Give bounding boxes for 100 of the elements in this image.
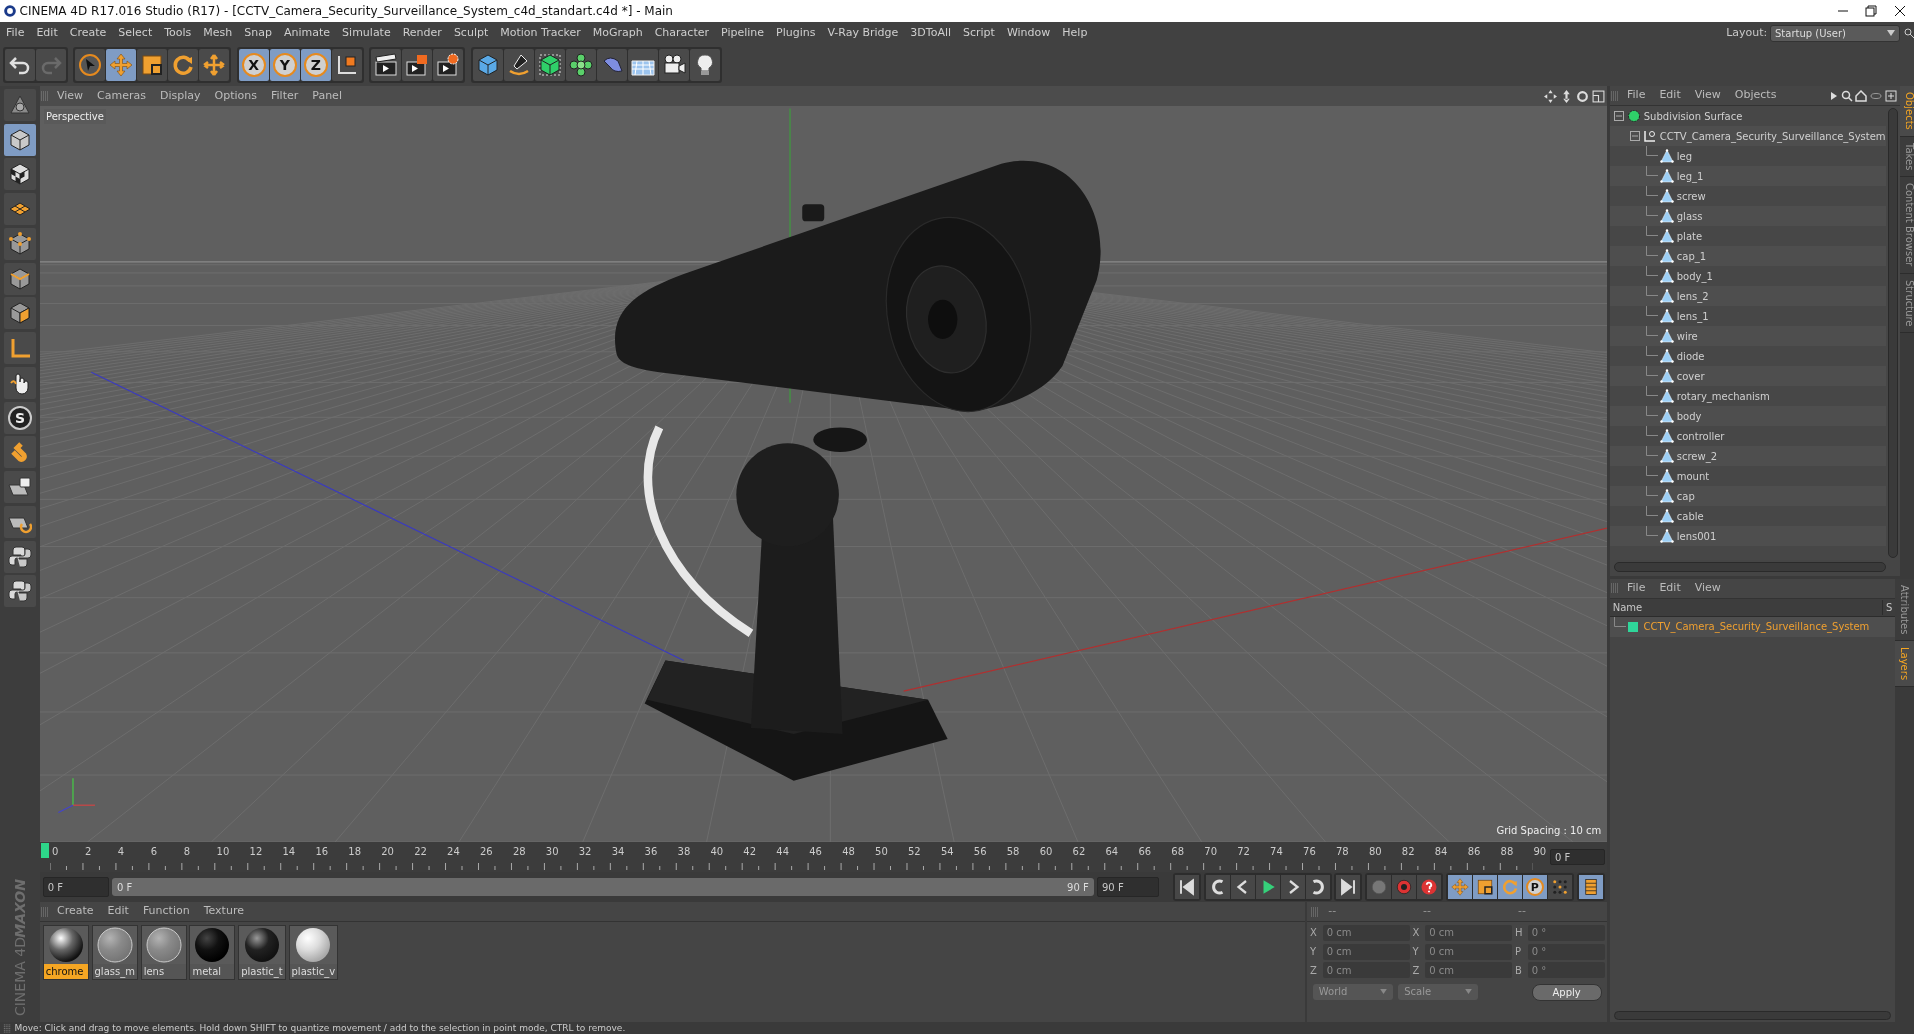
- menu-item[interactable]: Help: [1056, 24, 1094, 42]
- pan-icon[interactable]: [1544, 89, 1558, 103]
- new-view-icon[interactable]: [1884, 89, 1897, 102]
- transport-button[interactable]: [1280, 875, 1305, 899]
- menu-item[interactable]: 3DToAll: [904, 24, 957, 42]
- panel-tab[interactable]: Layers: [1895, 641, 1914, 688]
- toolbar-button[interactable]: [565, 49, 596, 81]
- object-row[interactable]: body: [1610, 406, 1886, 426]
- toolbar-button[interactable]: [331, 49, 362, 81]
- material-item[interactable]: plastic_t: [238, 924, 286, 980]
- menu-item[interactable]: Edit: [30, 24, 64, 42]
- axis-lock-button[interactable]: X: [238, 49, 269, 81]
- viewport-menu-item[interactable]: Panel: [305, 87, 349, 105]
- playhead-marker[interactable]: [41, 843, 49, 858]
- menu-item[interactable]: Create: [63, 24, 113, 42]
- coordinate-field[interactable]: 0 cm: [1322, 924, 1410, 941]
- object-row[interactable]: lens_2: [1610, 286, 1886, 306]
- material-menu-item[interactable]: Texture: [196, 903, 251, 920]
- toolbar-button[interactable]: [534, 49, 565, 81]
- object-row[interactable]: glass: [1610, 206, 1886, 226]
- menu-item[interactable]: V-Ray Bridge: [821, 24, 905, 42]
- tool-button[interactable]: [4, 88, 36, 121]
- tool-button[interactable]: [4, 297, 36, 330]
- toolbar-button[interactable]: [627, 49, 658, 81]
- menu-item[interactable]: Animate: [278, 24, 337, 42]
- coordinate-field[interactable]: 0 cm: [1425, 943, 1513, 960]
- frame-range-slider[interactable]: 0 F 90 F: [111, 878, 1095, 896]
- close-icon[interactable]: [1893, 5, 1906, 17]
- toolbar-button[interactable]: [433, 49, 464, 81]
- layer-menu-item[interactable]: Edit: [1652, 580, 1688, 597]
- apply-button[interactable]: Apply: [1531, 983, 1602, 1001]
- collapse-icon[interactable]: [1614, 111, 1624, 121]
- vertical-scrollbar[interactable]: [1887, 108, 1898, 558]
- toolbar-button[interactable]: [137, 49, 168, 81]
- axis-lock-button[interactable]: Y: [269, 49, 300, 81]
- tool-button[interactable]: [4, 227, 36, 260]
- current-frame-field[interactable]: 0 F: [1550, 849, 1605, 865]
- record-button[interactable]: [1392, 875, 1416, 899]
- object-row[interactable]: cap: [1610, 486, 1886, 506]
- object-row[interactable]: controller: [1610, 426, 1886, 446]
- coordinate-field[interactable]: 0 cm: [1425, 962, 1513, 979]
- toolbar-button[interactable]: [168, 49, 199, 81]
- toolbar-button[interactable]: [106, 49, 137, 81]
- object-row[interactable]: lens_1: [1610, 306, 1886, 326]
- material-item[interactable]: plastic_v: [288, 924, 339, 980]
- maximize-view-icon[interactable]: [1591, 89, 1605, 103]
- coordinate-field[interactable]: 0 °: [1527, 943, 1605, 960]
- key-tool-button[interactable]: [1547, 875, 1572, 899]
- horizontal-scrollbar[interactable]: [1614, 1011, 1891, 1020]
- menu-item[interactable]: Window: [1000, 24, 1057, 42]
- transport-button[interactable]: [1174, 875, 1199, 899]
- object-row[interactable]: mount: [1610, 466, 1886, 486]
- object-row[interactable]: screw_2: [1610, 446, 1886, 466]
- object-row[interactable]: wire: [1610, 326, 1886, 346]
- object-menu-item[interactable]: Edit: [1652, 87, 1688, 104]
- object-row[interactable]: rotary_mechanism: [1610, 386, 1886, 406]
- menu-item[interactable]: Plugins: [770, 24, 822, 42]
- tool-button[interactable]: [4, 436, 36, 469]
- material-item[interactable]: glass_m: [91, 924, 138, 980]
- menu-item[interactable]: Mesh: [197, 24, 239, 42]
- tool-button[interactable]: [4, 158, 36, 191]
- material-item[interactable]: chrome: [42, 924, 89, 980]
- toolbar-button[interactable]: [402, 49, 433, 81]
- home-icon[interactable]: [1855, 89, 1868, 102]
- search-icon[interactable]: [1904, 28, 1914, 38]
- tool-button[interactable]: [4, 193, 36, 225]
- orbit-icon[interactable]: [1575, 89, 1589, 103]
- coordinate-field[interactable]: 0 °: [1527, 924, 1605, 941]
- object-menu-item[interactable]: View: [1687, 87, 1728, 104]
- object-row[interactable]: diode: [1610, 346, 1886, 366]
- layer-menu-item[interactable]: View: [1687, 580, 1728, 597]
- transport-button[interactable]: [1336, 875, 1361, 899]
- material-menu-item[interactable]: Edit: [100, 903, 136, 920]
- toolbar-button[interactable]: [75, 49, 106, 81]
- key-tool-button[interactable]: [1472, 875, 1497, 899]
- object-row[interactable]: cover: [1610, 366, 1886, 386]
- key-tool-button[interactable]: [1497, 875, 1522, 899]
- menu-item[interactable]: Pipeline: [715, 24, 771, 42]
- menu-item[interactable]: MoGraph: [586, 24, 649, 42]
- object-row[interactable]: leg_1: [1610, 166, 1886, 186]
- object-row[interactable]: lens001: [1610, 526, 1886, 546]
- layer-row[interactable]: CCTV_Camera_Security_Surveillance_System: [1610, 616, 1895, 637]
- object-row[interactable]: leg: [1610, 146, 1886, 166]
- menu-item[interactable]: Render: [396, 24, 448, 42]
- viewport-menu-item[interactable]: Options: [207, 87, 264, 105]
- toolbar-button[interactable]: [658, 49, 689, 81]
- menu-item[interactable]: Tools: [158, 24, 198, 42]
- menu-item[interactable]: Select: [112, 24, 159, 42]
- horizontal-scrollbar[interactable]: [1614, 562, 1886, 572]
- axis-lock-button[interactable]: Z: [300, 49, 331, 81]
- transport-button[interactable]: [1205, 875, 1230, 899]
- object-row[interactable]: screw: [1610, 186, 1886, 206]
- tool-button[interactable]: [4, 540, 36, 573]
- coordinate-field[interactable]: 0 °: [1527, 962, 1605, 979]
- object-menu-item[interactable]: File: [1620, 87, 1653, 104]
- transport-button[interactable]: [1230, 875, 1255, 899]
- tool-button[interactable]: [4, 366, 36, 399]
- menu-item[interactable]: Simulate: [336, 24, 397, 42]
- timeline-button[interactable]: [1578, 875, 1603, 899]
- transport-button[interactable]: [1305, 875, 1330, 899]
